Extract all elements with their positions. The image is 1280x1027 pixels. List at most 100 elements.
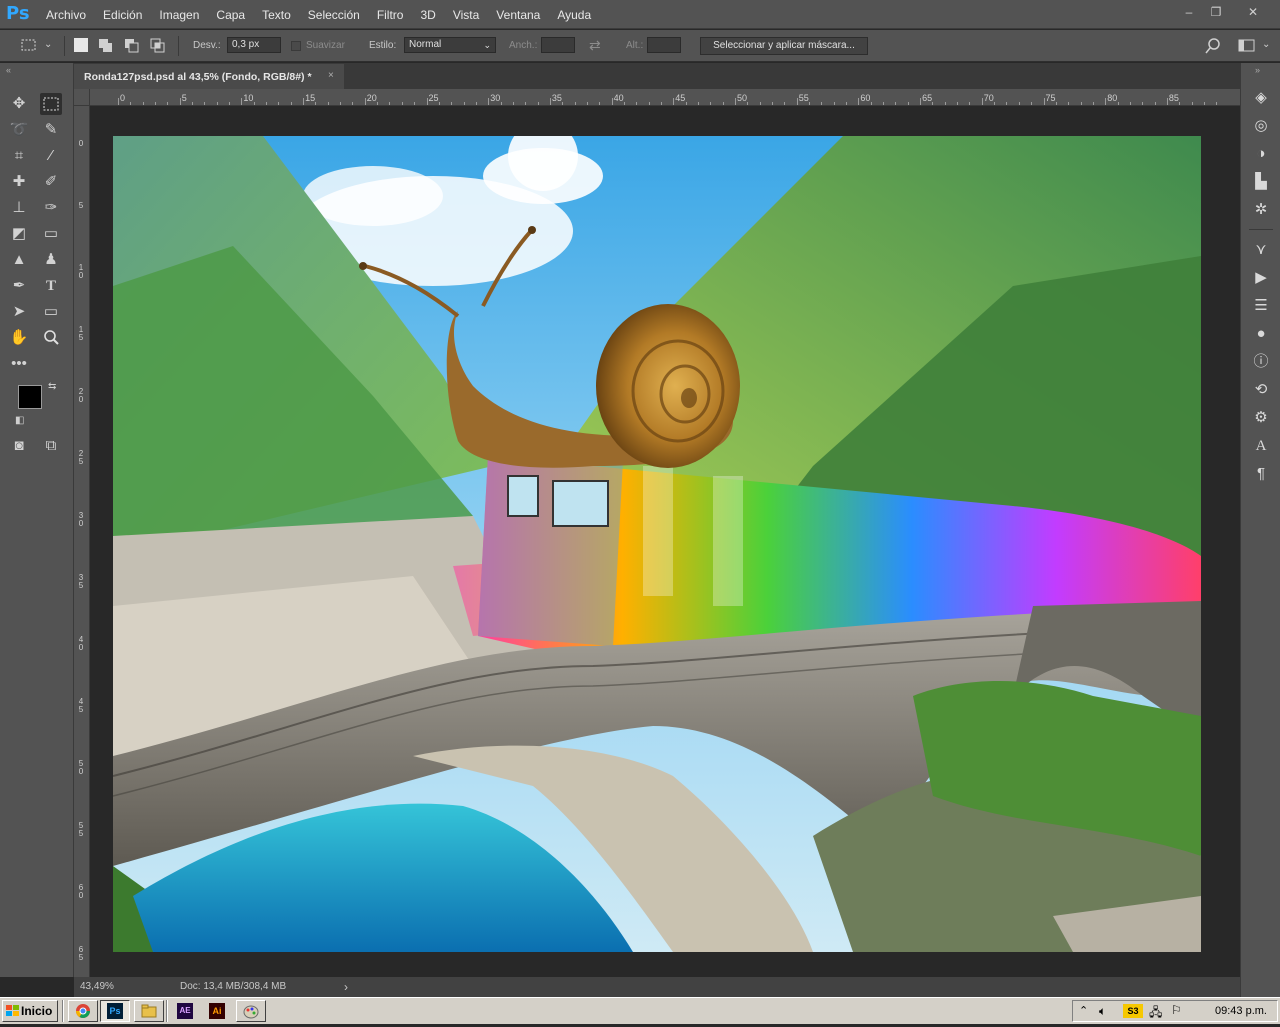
ruler-tick [920, 98, 922, 105]
hand-tool-icon[interactable]: ✋ [8, 327, 30, 349]
volume-icon[interactable]: 🔈︎ [1099, 1004, 1106, 1019]
default-colors-icon[interactable]: ◧ [15, 415, 24, 426]
photoshop-icon[interactable]: Ps [100, 1000, 130, 1022]
menu-imagen[interactable]: Imagen [159, 8, 199, 22]
gradient-tool-icon[interactable]: ▭ [40, 223, 62, 245]
eraser-tool-icon[interactable]: ◩ [8, 223, 30, 245]
dodge-tool-icon[interactable]: ♟ [40, 249, 62, 271]
after-effects-icon[interactable]: AE [170, 1000, 200, 1022]
marquee-preset-icon[interactable] [20, 37, 40, 53]
ruler-minor-tick [562, 102, 564, 105]
healing-brush-tool-icon[interactable]: ✚ [8, 171, 30, 193]
width-input[interactable] [541, 37, 575, 53]
path-selection-tool-icon[interactable]: ➤ [8, 301, 30, 323]
close-window-button[interactable]: ✕ [1244, 4, 1262, 20]
restore-button[interactable]: ❐ [1207, 4, 1225, 20]
document-image[interactable] [113, 136, 1201, 952]
ruler-origin[interactable] [74, 89, 90, 106]
ruler-tick [796, 98, 798, 105]
quick-mask-icon[interactable]: ◙ [8, 435, 30, 457]
chevron-down-icon[interactable]: ⌄ [1262, 39, 1270, 50]
color-icon[interactable]: ● [1250, 323, 1272, 345]
type-tool-icon[interactable]: T [40, 275, 62, 297]
swap-arrows-icon[interactable]: ⇄ [589, 37, 601, 54]
search-icon[interactable] [1204, 37, 1222, 55]
history-icon[interactable]: ⟲ [1250, 379, 1272, 401]
menu-ventana[interactable]: Ventana [496, 8, 540, 22]
select-and-mask-button[interactable]: Seleccionar y aplicar máscara... [700, 37, 868, 55]
ruler-minor-tick [1080, 102, 1082, 105]
screen-mode-icon[interactable]: ⧉ [40, 435, 62, 457]
chrome-icon[interactable] [68, 1000, 98, 1022]
character-icon[interactable]: A [1250, 435, 1272, 457]
clock[interactable]: 09:43 p.m. [1215, 1005, 1267, 1017]
quick-selection-tool-icon[interactable]: ✎ [40, 119, 62, 141]
feather-input[interactable]: 0,3 px [227, 37, 281, 53]
document-tab[interactable]: Ronda127psd.psd al 43,5% (Fondo, RGB/8#)… [74, 64, 344, 89]
close-tab-icon[interactable]: × [328, 70, 334, 81]
more-tools-icon[interactable]: ••• [8, 353, 30, 375]
minimize-button[interactable]: – [1180, 4, 1198, 20]
eyedropper-tool-icon[interactable]: ⁄ [40, 145, 62, 167]
paragraph-icon[interactable]: ¶ [1250, 463, 1272, 485]
height-input[interactable] [647, 37, 681, 53]
histogram-icon[interactable]: ▙ [1250, 171, 1272, 193]
start-button[interactable]: Inicio [2, 1000, 58, 1022]
expand-tray-icon[interactable]: ⌃ [1079, 1004, 1088, 1017]
menu-seleccion[interactable]: Selección [308, 8, 360, 22]
properties-icon[interactable]: ⚙ [1250, 407, 1272, 429]
actions-play-icon[interactable]: ▶ [1250, 267, 1272, 289]
workspace-icon[interactable] [1238, 38, 1256, 54]
vertical-ruler[interactable]: 0 5 10 15 20 25 30 35 40 45 50 55 60 65 [74, 106, 90, 977]
add-selection-icon[interactable] [98, 38, 114, 54]
explorer-icon[interactable] [134, 1000, 164, 1022]
style-select[interactable]: Normal ⌄ [404, 37, 496, 53]
illustrator-icon[interactable]: Ai [202, 1000, 232, 1022]
menu-3d[interactable]: 3D [420, 8, 435, 22]
navigator-icon[interactable]: ✲ [1250, 199, 1272, 221]
menu-ayuda[interactable]: Ayuda [557, 8, 591, 22]
history-brush-tool-icon[interactable]: ✑ [40, 197, 62, 219]
lasso-tool-icon[interactable]: ➰ [8, 119, 30, 141]
brush-tool-icon[interactable]: ✐ [40, 171, 62, 193]
zoom-tool-icon[interactable] [40, 327, 62, 349]
chevron-down-icon[interactable]: ⌄ [44, 39, 52, 50]
layers-icon[interactable]: ◈ [1250, 87, 1272, 109]
menu-filtro[interactable]: Filtro [377, 8, 404, 22]
ruler-label: 35 [78, 573, 84, 590]
flag-icon[interactable]: ⚐ [1171, 1003, 1182, 1017]
clone-stamp-tool-icon[interactable]: ⊥ [8, 197, 30, 219]
paint-icon[interactable] [236, 1000, 266, 1022]
tray-badge[interactable]: S3 [1123, 1004, 1143, 1018]
paths-icon[interactable]: ⋎ [1250, 239, 1272, 261]
menu-edicion[interactable]: Edición [103, 8, 142, 22]
pen-tool-icon[interactable]: ✒ [8, 275, 30, 297]
subtract-selection-icon[interactable] [124, 38, 140, 54]
photoshop-logo: Ps [6, 3, 30, 24]
menu-capa[interactable]: Capa [216, 8, 245, 22]
move-tool-icon[interactable]: ✥ [8, 93, 30, 115]
channels-icon[interactable]: ◎ [1250, 115, 1272, 137]
new-selection-icon[interactable] [74, 38, 88, 52]
network-icon[interactable]: 🖧︎ [1149, 1003, 1162, 1024]
tool-presets-icon[interactable]: ☰ [1250, 295, 1272, 317]
swap-colors-icon[interactable]: ⇆ [48, 381, 56, 392]
marquee-tool-icon[interactable] [40, 93, 62, 115]
expand-panels-icon[interactable]: » [1255, 65, 1260, 75]
menu-archivo[interactable]: Archivo [46, 8, 86, 22]
status-menu-arrow[interactable]: › [344, 980, 348, 994]
ruler-minor-tick [451, 102, 453, 105]
blur-tool-icon[interactable]: ▲ [8, 249, 30, 271]
info-icon[interactable]: ⓘ [1250, 351, 1272, 373]
intersect-selection-icon[interactable] [150, 38, 166, 54]
collapse-icon[interactable]: « [6, 65, 11, 75]
menu-texto[interactable]: Texto [262, 8, 291, 22]
foreground-color-swatch[interactable] [18, 385, 42, 409]
antialias-checkbox[interactable] [291, 41, 301, 51]
menu-vista[interactable]: Vista [453, 8, 479, 22]
crop-tool-icon[interactable]: ⌗ [8, 145, 30, 167]
rectangle-tool-icon[interactable]: ▭ [40, 301, 62, 323]
adjustments-icon[interactable]: ◑ [1250, 143, 1272, 165]
zoom-level[interactable]: 43,49% [80, 981, 114, 992]
horizontal-ruler[interactable]: 0 5 10 15 20 25 30 35 40 45 50 55 60 65 70 75 80 85 [90, 89, 1240, 106]
